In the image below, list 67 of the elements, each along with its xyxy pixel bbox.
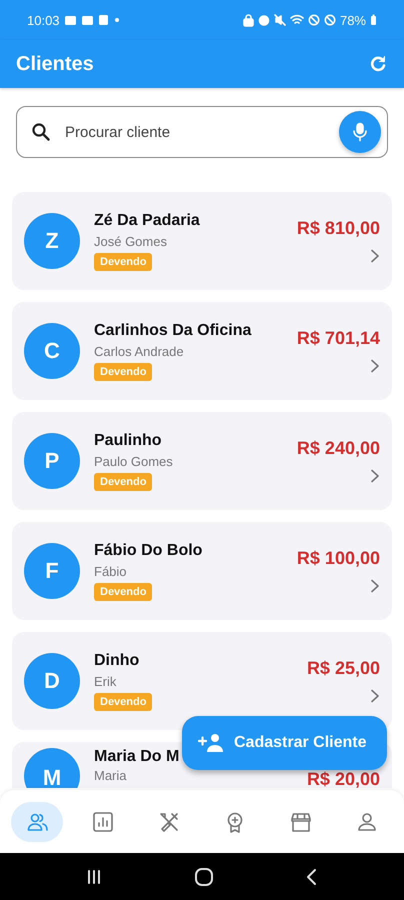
client-card[interactable]: Z Zé Da Padaria José Gomes Devendo R$ 810,00 (12, 192, 392, 290)
blocked-icon (324, 14, 336, 26)
amount-due: R$ 701,14 (296, 328, 380, 349)
lock-icon (242, 14, 254, 26)
chevron-right-icon (370, 579, 380, 593)
store-icon (290, 810, 312, 832)
add-person-icon (198, 733, 226, 753)
client-name: Maria Do M (94, 748, 180, 766)
contact-name: Maria (94, 768, 127, 783)
search-input[interactable]: Procurar cliente (63, 122, 327, 142)
amount-due: R$ 20,00 (306, 770, 380, 788)
back-icon (304, 868, 319, 886)
battery-icon (370, 14, 377, 26)
client-name: Paulinho (94, 432, 162, 450)
client-card[interactable]: C Carlinhos Da Oficina Carlos Andrade Devendo R$ 701,14 (12, 302, 392, 400)
search-icon (31, 122, 51, 142)
clock-time: 10:03 (27, 12, 60, 28)
amount-due: R$ 25,00 (306, 658, 380, 679)
contact-name: Fábio (94, 564, 127, 578)
chevron-right-icon (370, 689, 380, 703)
status-badge: Devendo (94, 362, 152, 380)
chevron-right-icon (370, 469, 380, 483)
client-avatar: F (24, 543, 80, 599)
home-icon (194, 866, 214, 886)
client-name: Fábio Do Bolo (94, 542, 202, 560)
status-badge: Devendo (94, 472, 152, 490)
search-field[interactable]: Procurar cliente (16, 106, 388, 158)
client-name: Zé Da Padaria (94, 212, 200, 230)
client-avatar: C (24, 323, 80, 379)
dot-icon (112, 16, 121, 24)
person-icon (356, 810, 378, 832)
notification-icon (80, 14, 94, 26)
client-card[interactable]: F Fábio Do Bolo Fábio Devendo R$ 100,00 (12, 522, 392, 620)
status-badge: Devendo (94, 692, 152, 710)
chevron-right-icon (370, 359, 380, 373)
people-icon (26, 810, 48, 832)
status-badge: Devendo (94, 252, 152, 270)
notification-icon (98, 14, 109, 26)
contact-name: Paulo Gomes (94, 454, 173, 468)
contact-name: Carlos Andrade (94, 344, 184, 358)
amount-due: R$ 100,00 (296, 548, 380, 569)
client-card[interactable]: D Dinho Erik Devendo R$ 25,00 (12, 632, 392, 730)
blocked-icon (308, 14, 320, 26)
contact-name: José Gomes (94, 234, 167, 248)
microphone-icon (351, 122, 369, 142)
chevron-right-icon (370, 249, 380, 263)
tools-icon (158, 810, 180, 832)
client-avatar: M (24, 748, 80, 788)
client-name: Carlinhos Da Oficina (94, 322, 252, 340)
wifi-icon (290, 14, 304, 26)
client-card[interactable]: P Paulinho Paulo Gomes Devendo R$ 240,00 (12, 412, 392, 510)
microphone-button[interactable] (339, 111, 381, 153)
battery-percent: 78% (340, 12, 366, 28)
client-name: Dinho (94, 652, 140, 670)
client-avatar: D (24, 653, 80, 709)
amount-due: R$ 810,00 (296, 218, 380, 239)
contact-name: Erik (94, 674, 116, 688)
bar-chart-icon (92, 810, 114, 832)
nav-tab[interactable] (11, 802, 63, 842)
client-avatar: Z (24, 213, 80, 269)
client-avatar: P (24, 433, 80, 489)
screen-title: Clientes (16, 52, 95, 76)
notification-icon (64, 14, 77, 26)
refresh-icon (368, 54, 388, 74)
amount-due: R$ 240,00 (296, 438, 380, 459)
mute-icon (274, 14, 286, 26)
status-badge: Devendo (94, 582, 152, 600)
